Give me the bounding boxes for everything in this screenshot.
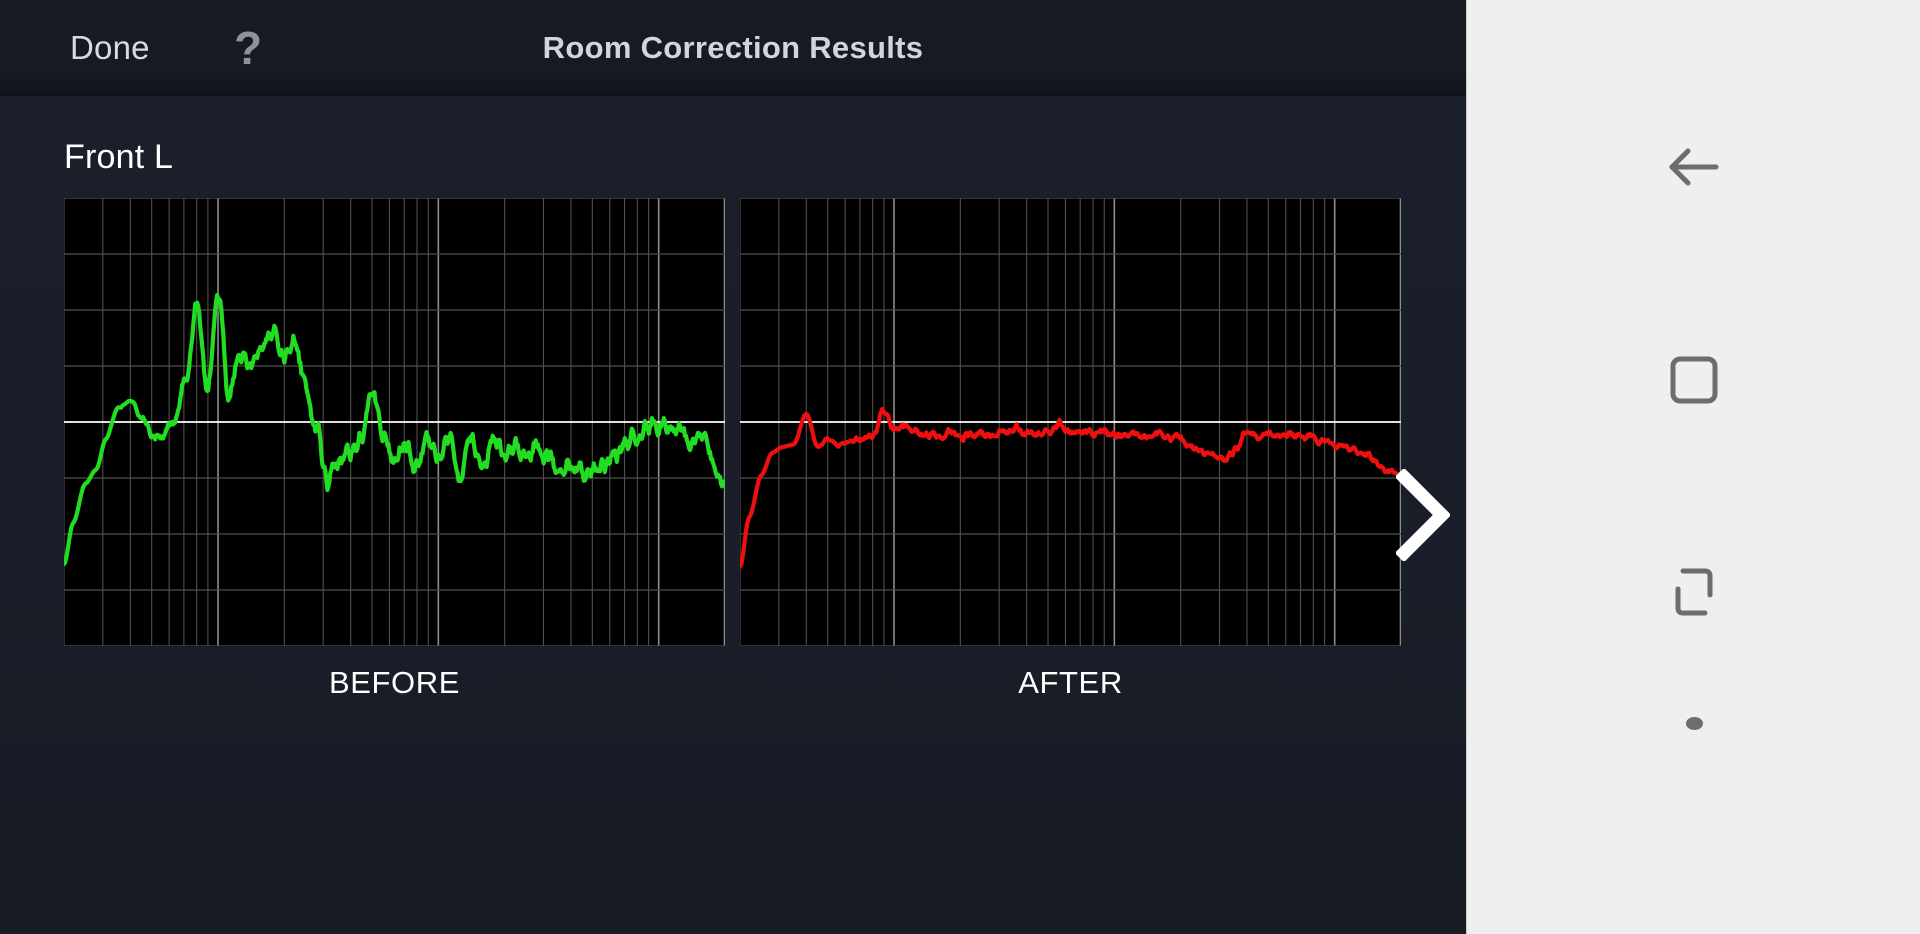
chevron-right-icon (1396, 469, 1450, 561)
dot-icon (1685, 716, 1703, 730)
next-channel-button[interactable] (1388, 96, 1458, 934)
channel-label: Front L (64, 138, 174, 176)
results-content: Front L BEFORE AFTER (0, 96, 1466, 934)
help-icon[interactable]: ? (212, 0, 284, 96)
android-navigation-bar (1466, 0, 1920, 934)
done-button[interactable]: Done (48, 0, 172, 96)
nav-home-button[interactable] (1639, 325, 1749, 435)
recents-icon (1675, 568, 1713, 616)
chart-after: AFTER (740, 198, 1401, 701)
chart-before: BEFORE (64, 198, 725, 701)
nav-back-button[interactable] (1639, 112, 1749, 222)
room-correction-app: Room Correction Results Done ? Front L B… (0, 0, 1466, 934)
arrow-left-icon (1669, 148, 1719, 186)
spectrum-plot-after (740, 198, 1401, 646)
nav-indicator (1639, 698, 1749, 748)
chart-before-caption: BEFORE (328, 665, 461, 700)
chart-after-caption: AFTER (1018, 665, 1123, 700)
rounded-square-icon (1670, 356, 1718, 404)
app-header: Room Correction Results Done ? (0, 0, 1466, 96)
nav-recents-button[interactable] (1639, 537, 1749, 647)
spectrum-plot-before (64, 198, 725, 646)
